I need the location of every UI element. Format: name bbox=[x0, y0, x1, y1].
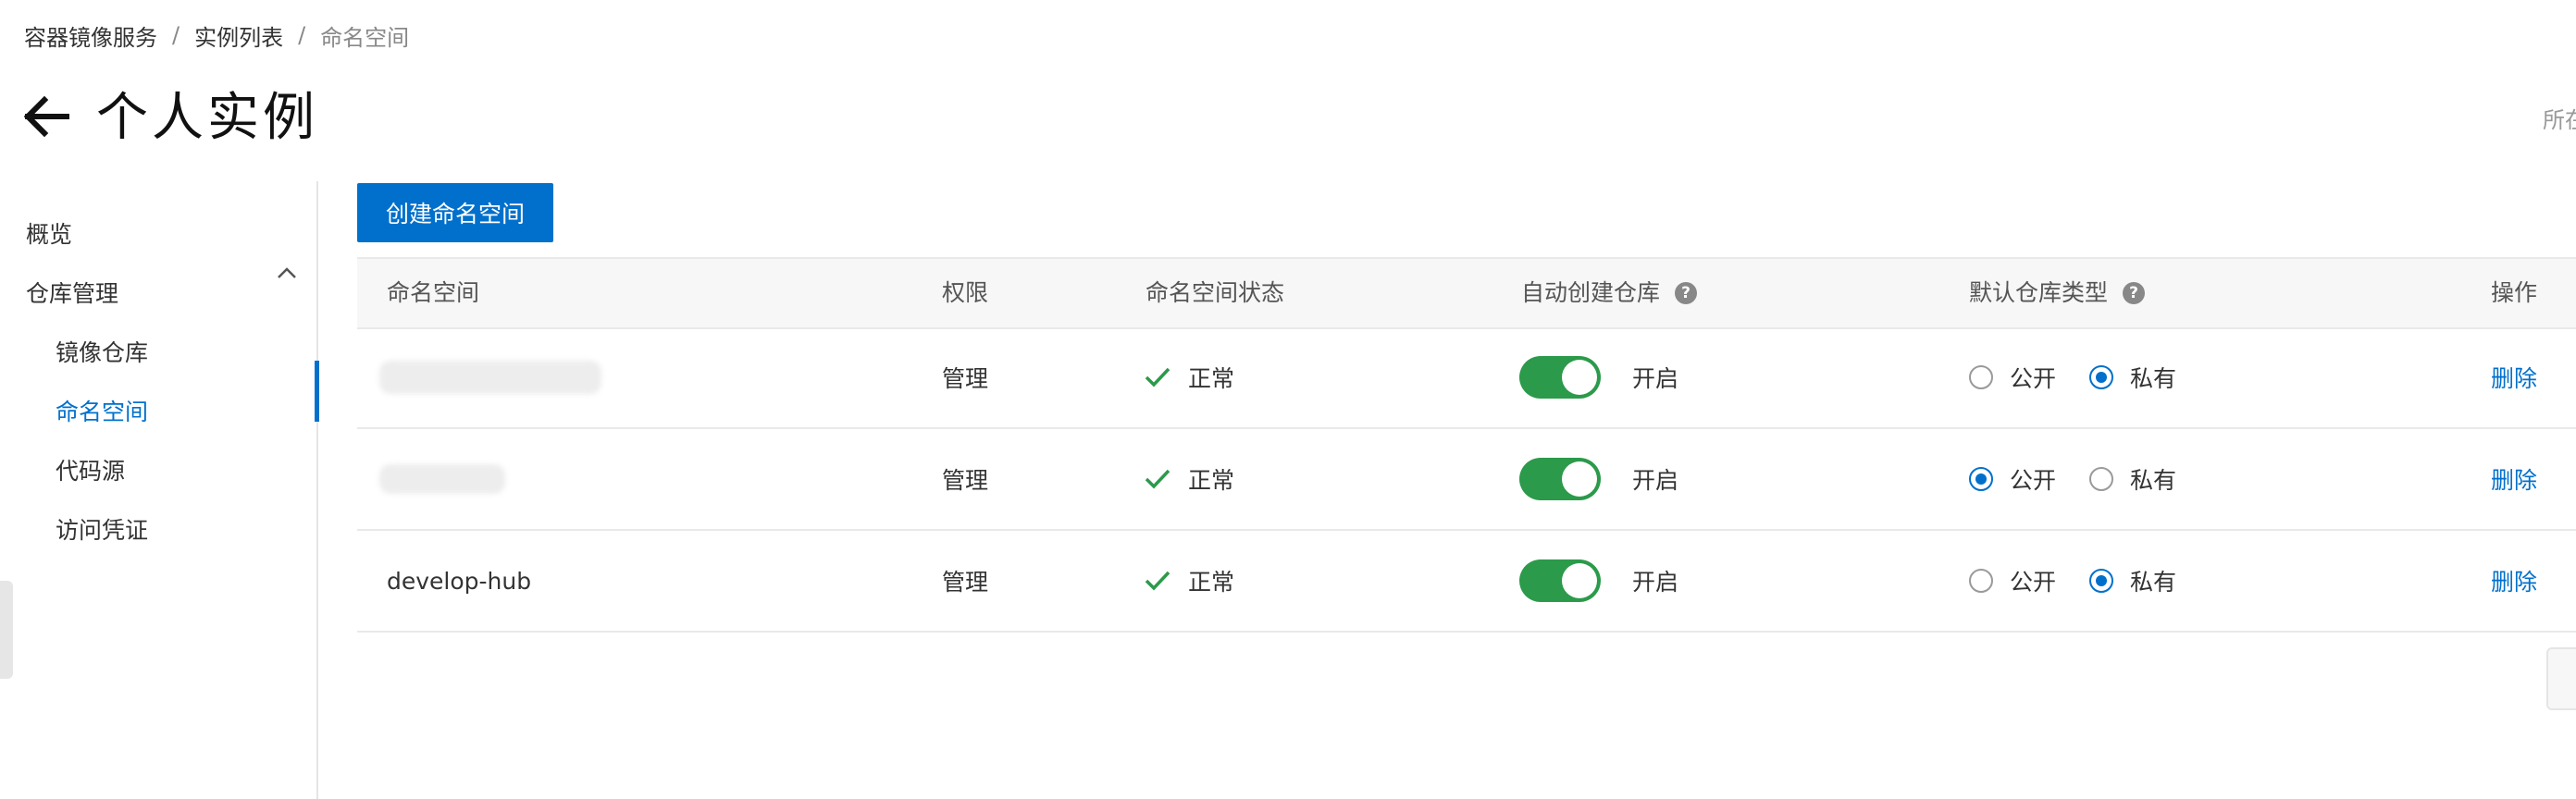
status-cell: 正常 bbox=[1144, 327, 1234, 427]
namespace-cell bbox=[379, 327, 601, 427]
status-cell: 正常 bbox=[1144, 429, 1234, 529]
delete-link[interactable]: 删除 bbox=[2491, 327, 2537, 427]
table-header: 命名空间 权限 命名空间状态 自动创建仓库 ? 默认仓库类型 ? 操作 bbox=[357, 257, 2576, 329]
breadcrumb-instance-list[interactable]: 实例列表 bbox=[194, 19, 283, 52]
column-header-permission: 权限 bbox=[942, 259, 988, 327]
column-header-auto-create: 自动创建仓库 ? bbox=[1521, 259, 1698, 327]
auto-create-cell: 开启 bbox=[1519, 429, 1678, 529]
sidebar-item-code-source[interactable]: 代码源 bbox=[56, 453, 125, 490]
radio-public-label[interactable]: 公开 bbox=[2010, 361, 2056, 394]
column-header-status: 命名空间状态 bbox=[1146, 259, 1284, 327]
radio-public[interactable] bbox=[1969, 569, 1993, 593]
status-cell: 正常 bbox=[1144, 531, 1234, 631]
table-row: 管理 正常 开启 公开 私有 删除 bbox=[357, 327, 2576, 429]
redacted-name bbox=[379, 464, 505, 494]
breadcrumb-separator: / bbox=[172, 22, 180, 48]
redacted-name bbox=[379, 361, 601, 394]
radio-private[interactable] bbox=[2089, 569, 2114, 593]
toggle-label: 开启 bbox=[1632, 467, 1679, 494]
status-text: 正常 bbox=[1188, 569, 1235, 596]
radio-private[interactable] bbox=[2089, 467, 2114, 491]
radio-private[interactable] bbox=[2089, 365, 2114, 389]
delete-link[interactable]: 删除 bbox=[2491, 429, 2537, 529]
chevron-up-icon[interactable] bbox=[276, 264, 298, 281]
radio-public[interactable] bbox=[1969, 365, 1993, 389]
column-label: 权限 bbox=[942, 279, 989, 306]
namespace-cell: develop-hub bbox=[387, 531, 531, 631]
column-label: 自动创建仓库 bbox=[1521, 279, 1661, 306]
sidebar-collapse-handle[interactable] bbox=[0, 581, 13, 679]
permission-cell: 管理 bbox=[942, 365, 989, 392]
repo-type-cell: 公开 私有 bbox=[1969, 531, 2210, 631]
sidebar-divider bbox=[316, 181, 318, 799]
column-label: 命名空间状态 bbox=[1146, 279, 1285, 306]
table-row: develop-hub 管理 正常 开启 公开 私有 删除 bbox=[357, 531, 2576, 633]
column-label: 默认仓库类型 bbox=[1969, 279, 2109, 306]
column-label: 操作 bbox=[2491, 279, 2538, 306]
table-row: 管理 正常 开启 公开 私有 删除 bbox=[357, 429, 2576, 531]
region-label: 所在 bbox=[2543, 107, 2576, 133]
check-icon bbox=[1145, 469, 1170, 489]
namespace-cell bbox=[379, 429, 505, 529]
toggle-label: 开启 bbox=[1632, 569, 1679, 596]
radio-public-label[interactable]: 公开 bbox=[2010, 462, 2056, 496]
namespace-name[interactable]: develop-hub bbox=[387, 568, 531, 595]
auto-create-cell: 开启 bbox=[1519, 531, 1678, 631]
breadcrumb: 容器镜像服务 / 实例列表 / 命名空间 bbox=[24, 17, 409, 54]
sidebar-item-credentials[interactable]: 访问凭证 bbox=[56, 512, 148, 549]
column-header-default-repo-type: 默认仓库类型 ? bbox=[1969, 259, 2146, 327]
create-namespace-button[interactable]: 创建命名空间 bbox=[357, 183, 553, 242]
repo-type-cell: 公开 私有 bbox=[1969, 327, 2210, 427]
breadcrumb-container-registry[interactable]: 容器镜像服务 bbox=[24, 19, 157, 52]
radio-private-label[interactable]: 私有 bbox=[2130, 361, 2176, 394]
help-icon[interactable]: ? bbox=[2123, 282, 2146, 304]
status-text: 正常 bbox=[1188, 467, 1235, 494]
breadcrumb-namespace: 命名空间 bbox=[320, 24, 410, 51]
sidebar: 概览 仓库管理 镜像仓库 命名空间 代码源 访问凭证 bbox=[0, 181, 318, 799]
radio-private-label[interactable]: 私有 bbox=[2130, 564, 2176, 597]
toggle-label: 开启 bbox=[1632, 365, 1679, 392]
side-panel-tab[interactable] bbox=[2546, 647, 2576, 710]
repo-type-cell: 公开 私有 bbox=[1969, 429, 2210, 529]
check-icon bbox=[1145, 367, 1170, 387]
column-header-namespace: 命名空间 bbox=[387, 259, 479, 327]
permission-cell: 管理 bbox=[942, 569, 989, 596]
toggle-knob bbox=[1562, 563, 1597, 598]
arrow-left-icon[interactable] bbox=[20, 89, 72, 144]
column-label: 命名空间 bbox=[387, 279, 480, 306]
sidebar-item-namespaces[interactable]: 命名空间 bbox=[56, 394, 148, 431]
sidebar-item-overview[interactable]: 概览 bbox=[26, 216, 72, 253]
breadcrumb-separator: / bbox=[298, 22, 306, 48]
toggle-knob bbox=[1562, 360, 1597, 395]
toggle-knob bbox=[1562, 461, 1597, 497]
check-icon bbox=[1145, 571, 1170, 591]
radio-public-label[interactable]: 公开 bbox=[2010, 564, 2056, 597]
page-title: 个人实例 bbox=[96, 88, 318, 148]
auto-create-toggle[interactable] bbox=[1519, 559, 1601, 602]
delete-link[interactable]: 删除 bbox=[2491, 531, 2537, 631]
status-text: 正常 bbox=[1188, 365, 1235, 392]
auto-create-cell: 开启 bbox=[1519, 327, 1678, 427]
sidebar-group-repo-management[interactable]: 仓库管理 bbox=[26, 276, 118, 313]
column-header-actions: 操作 bbox=[2491, 259, 2537, 327]
sidebar-item-image-repos[interactable]: 镜像仓库 bbox=[56, 335, 148, 372]
auto-create-toggle[interactable] bbox=[1519, 356, 1601, 399]
radio-private-label[interactable]: 私有 bbox=[2130, 462, 2176, 496]
radio-public[interactable] bbox=[1969, 467, 1993, 491]
active-indicator bbox=[315, 361, 319, 422]
help-icon[interactable]: ? bbox=[1675, 282, 1698, 304]
auto-create-toggle[interactable] bbox=[1519, 458, 1601, 500]
permission-cell: 管理 bbox=[942, 467, 989, 494]
